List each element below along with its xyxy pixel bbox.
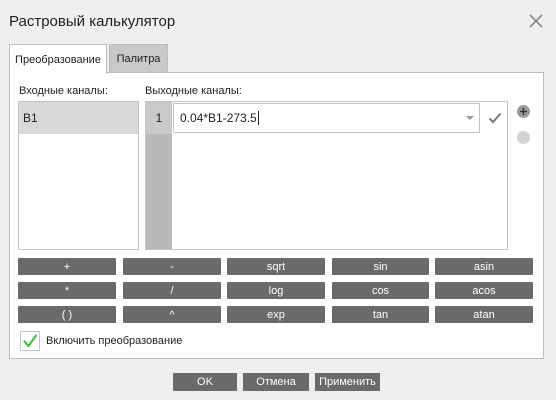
operator-minus-button[interactable]: -: [123, 258, 221, 275]
cancel-button[interactable]: Отмена: [243, 373, 309, 391]
operator-cos-button[interactable]: cos: [332, 282, 429, 299]
operator-sin-button[interactable]: sin: [332, 258, 429, 275]
enable-transform-label: Включить преобразование: [46, 335, 183, 347]
tab-palette[interactable]: Палитра: [109, 44, 168, 73]
plus-circle-icon: [520, 108, 527, 115]
output-channels-label: Выходные каналы:: [145, 85, 242, 97]
checkmark-icon: [488, 112, 502, 124]
expression-input[interactable]: 0.04*B1-273.5: [173, 103, 480, 133]
close-button[interactable]: [528, 13, 544, 29]
minus-circle-icon[interactable]: [517, 131, 530, 144]
chevron-down-icon: [466, 116, 474, 120]
operator-sqrt-button[interactable]: sqrt: [227, 258, 325, 275]
apply-button[interactable]: Применить: [315, 373, 380, 391]
input-channels-label: Входные каналы:: [19, 85, 108, 97]
close-icon: [529, 14, 543, 28]
tab-transform[interactable]: Преобразование: [9, 44, 107, 74]
input-channel-item[interactable]: B1: [19, 102, 138, 134]
expression-dropdown-button[interactable]: [461, 104, 479, 132]
apply-expression-button[interactable]: [482, 103, 508, 133]
expression-value: 0.04*B1-273.5: [180, 110, 259, 126]
output-row-number: 1: [146, 102, 172, 134]
dialog-title: Растровый калькулятор: [9, 13, 176, 30]
ok-button[interactable]: OK: [173, 373, 237, 391]
add-output-button[interactable]: [517, 105, 530, 118]
operator-parentheses-button[interactable]: ( ): [18, 306, 116, 323]
operator-asin-button[interactable]: asin: [435, 258, 533, 275]
input-channels-list: B1: [18, 101, 139, 250]
operator-power-button[interactable]: ^: [123, 306, 221, 323]
operator-log-button[interactable]: log: [227, 282, 325, 299]
operator-plus-button[interactable]: +: [18, 258, 116, 275]
checkmark-icon: [23, 334, 38, 348]
operator-tan-button[interactable]: tan: [332, 306, 429, 323]
operator-exp-button[interactable]: exp: [227, 306, 325, 323]
operator-atan-button[interactable]: atan: [435, 306, 533, 323]
operator-multiply-button[interactable]: *: [18, 282, 116, 299]
text-caret: [257, 111, 259, 126]
enable-transform-checkbox[interactable]: [20, 331, 40, 351]
operator-acos-button[interactable]: acos: [435, 282, 533, 299]
operator-divide-button[interactable]: /: [123, 282, 221, 299]
output-channels-list: 1 0.04*B1-273.5: [145, 101, 508, 250]
